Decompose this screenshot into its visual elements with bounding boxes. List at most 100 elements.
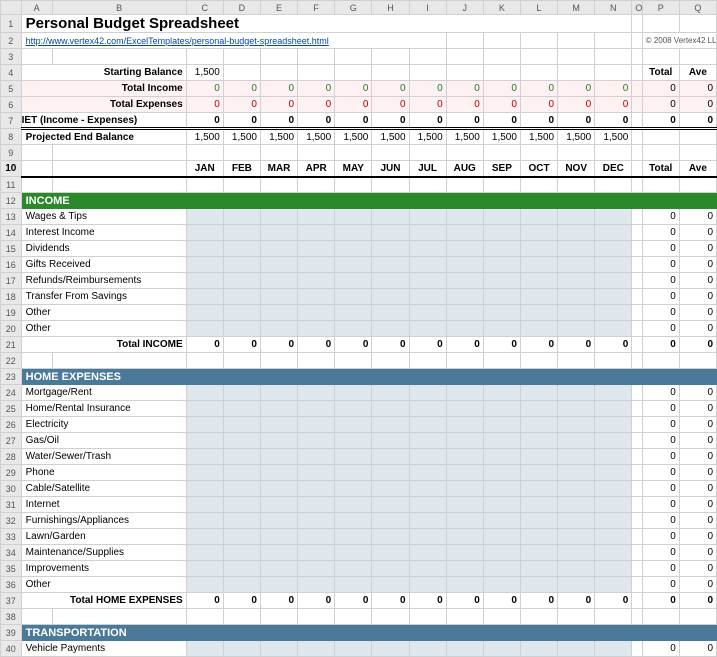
row-total[interactable]: 0 [642, 321, 679, 337]
col-header[interactable]: P [642, 1, 679, 15]
cell[interactable] [186, 497, 223, 513]
cell[interactable] [520, 241, 557, 257]
starting-balance-value[interactable]: 1,500 [186, 65, 223, 81]
cell[interactable] [595, 497, 632, 513]
col-header[interactable]: Q [679, 1, 716, 15]
expense-month[interactable]: 0 [372, 97, 409, 113]
cell[interactable] [372, 641, 409, 657]
cell[interactable] [409, 497, 446, 513]
cell[interactable] [260, 481, 297, 497]
cell[interactable] [520, 433, 557, 449]
cell[interactable] [372, 241, 409, 257]
cell[interactable] [595, 529, 632, 545]
cell[interactable] [260, 401, 297, 417]
cell[interactable] [260, 225, 297, 241]
cell[interactable] [260, 641, 297, 657]
expense-month[interactable]: 0 [223, 97, 260, 113]
income-month[interactable]: 0 [223, 81, 260, 97]
section-total-month[interactable]: 0 [298, 593, 335, 609]
section-total-month[interactable]: 0 [558, 337, 595, 353]
cell[interactable] [558, 401, 595, 417]
cell[interactable] [335, 305, 372, 321]
expense-month[interactable]: 0 [558, 97, 595, 113]
category-label[interactable]: Internet [21, 497, 186, 513]
section-total-month[interactable]: 0 [595, 593, 632, 609]
proj-month[interactable]: 1,500 [223, 129, 260, 145]
row-total[interactable]: 0 [642, 545, 679, 561]
cell[interactable] [595, 465, 632, 481]
net-month[interactable]: 0 [520, 113, 557, 129]
cell[interactable] [558, 209, 595, 225]
cell[interactable] [483, 577, 520, 593]
expense-month[interactable]: 0 [298, 97, 335, 113]
cell[interactable] [260, 321, 297, 337]
cell[interactable] [409, 641, 446, 657]
cell[interactable] [409, 529, 446, 545]
proj-month[interactable]: 1,500 [186, 129, 223, 145]
row-ave[interactable]: 0 [679, 321, 716, 337]
row-header[interactable]: 4 [1, 65, 22, 81]
category-label[interactable]: Maintenance/Supplies [21, 545, 186, 561]
cell[interactable] [558, 513, 595, 529]
expense-month[interactable]: 0 [409, 97, 446, 113]
category-label[interactable]: Transfer From Savings [21, 289, 186, 305]
section-total-month[interactable]: 0 [446, 593, 483, 609]
income-month[interactable]: 0 [260, 81, 297, 97]
cell[interactable] [409, 481, 446, 497]
section-total-month[interactable]: 0 [520, 593, 557, 609]
cell[interactable] [520, 529, 557, 545]
row-total[interactable]: 0 [642, 241, 679, 257]
cell[interactable] [223, 273, 260, 289]
cell[interactable] [186, 321, 223, 337]
cell[interactable] [223, 465, 260, 481]
cell[interactable] [558, 273, 595, 289]
income-month[interactable]: 0 [186, 81, 223, 97]
cell[interactable] [520, 449, 557, 465]
category-label[interactable]: Lawn/Garden [21, 529, 186, 545]
cell[interactable] [186, 529, 223, 545]
section-total-month[interactable]: 0 [409, 593, 446, 609]
cell[interactable] [335, 545, 372, 561]
cell[interactable] [298, 289, 335, 305]
net-month[interactable]: 0 [335, 113, 372, 129]
category-label[interactable]: Other [21, 305, 186, 321]
cell[interactable] [446, 497, 483, 513]
category-label[interactable]: Mortgage/Rent [21, 385, 186, 401]
row-ave[interactable]: 0 [679, 417, 716, 433]
proj-month[interactable]: 1,500 [483, 129, 520, 145]
cell[interactable] [335, 321, 372, 337]
cell[interactable] [372, 401, 409, 417]
col-header[interactable]: H [372, 1, 409, 15]
cell[interactable] [558, 289, 595, 305]
cell[interactable] [446, 513, 483, 529]
cell[interactable] [335, 225, 372, 241]
cell[interactable] [483, 209, 520, 225]
row-header[interactable]: 24 [1, 385, 22, 401]
cell[interactable] [446, 241, 483, 257]
cell[interactable] [483, 433, 520, 449]
cell[interactable] [595, 561, 632, 577]
cell[interactable] [558, 417, 595, 433]
cell[interactable] [520, 209, 557, 225]
cell[interactable] [298, 321, 335, 337]
category-label[interactable]: Phone [21, 465, 186, 481]
cell[interactable] [372, 257, 409, 273]
row-header[interactable]: 1 [1, 15, 22, 33]
cell[interactable] [520, 577, 557, 593]
cell[interactable] [260, 417, 297, 433]
cell[interactable] [335, 481, 372, 497]
row-header[interactable]: 11 [1, 177, 22, 193]
cell[interactable] [372, 497, 409, 513]
cell[interactable] [409, 385, 446, 401]
cell[interactable] [223, 449, 260, 465]
cell[interactable] [298, 401, 335, 417]
cell[interactable] [446, 289, 483, 305]
cell[interactable] [595, 241, 632, 257]
cell[interactable] [409, 545, 446, 561]
cell[interactable] [520, 465, 557, 481]
cell[interactable] [298, 513, 335, 529]
section-total-month[interactable]: 0 [335, 337, 372, 353]
cell[interactable] [223, 561, 260, 577]
cell[interactable] [372, 529, 409, 545]
cell[interactable] [558, 321, 595, 337]
